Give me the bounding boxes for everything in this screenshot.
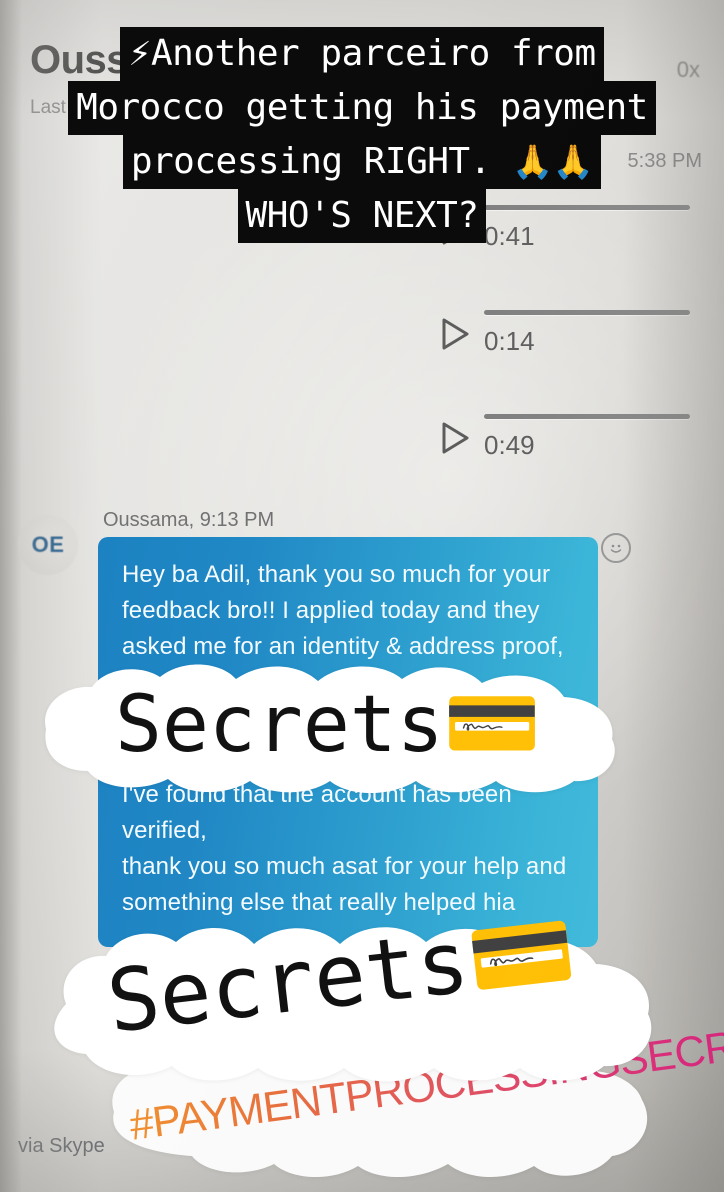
play-icon[interactable] xyxy=(440,317,470,351)
caption-line-1: ⚡Another parceiro from xyxy=(120,27,604,81)
secrets-sticker-1-label: Secrets 💳 xyxy=(115,679,541,770)
praying-hands-icon: 🙏🙏 xyxy=(511,142,594,181)
story-screenshot: Oussama Last seen 0x 0:41 5:38 PM 0:14 0… xyxy=(0,0,724,1192)
secrets-text: Secrets xyxy=(115,679,444,770)
message-line: feedback bro!! I applied today and they xyxy=(122,597,540,624)
story-caption: ⚡Another parceiro from Morocco getting h… xyxy=(0,27,724,243)
secrets-sticker-2: Secrets 💳 xyxy=(48,900,668,1097)
caption-line-1-text: Another parceiro from xyxy=(151,33,596,74)
play-icon[interactable] xyxy=(440,421,470,455)
message-line: Hey ba Adil, thank you so much for your xyxy=(122,561,551,588)
voice-duration: 0:14 xyxy=(484,326,535,356)
caption-line-4: WHO'S NEXT? xyxy=(237,189,487,243)
voice-duration: 0:49 xyxy=(484,430,535,460)
avatar[interactable]: OE xyxy=(18,515,78,575)
credit-card-icon: 💳 xyxy=(462,900,581,1012)
message-line: thank you so much asat for your help and xyxy=(122,853,567,880)
voice-message-row[interactable]: 0:49 xyxy=(440,414,690,461)
voice-progress-bar[interactable] xyxy=(484,310,690,315)
voice-message-row[interactable]: 0:14 xyxy=(440,310,690,357)
via-skype-label: via Skype xyxy=(18,1135,105,1157)
caption-line-2: Morocco getting his payment xyxy=(68,81,656,135)
secrets-sticker-1: Secrets 💳 xyxy=(30,655,630,800)
voice-message-body[interactable]: 0:49 xyxy=(484,414,690,461)
lightning-bolt-icon: ⚡ xyxy=(128,34,151,73)
caption-line-3: processing RIGHT. 🙏🙏 xyxy=(122,135,602,189)
voice-message-body[interactable]: 0:14 xyxy=(484,310,690,357)
voice-progress-bar[interactable] xyxy=(484,414,690,419)
smiley-icon[interactable] xyxy=(601,533,631,563)
credit-card-icon: 💳 xyxy=(443,679,541,769)
message-author-time: Oussama, 9:13 PM xyxy=(103,509,275,531)
caption-line-3-text: processing RIGHT. xyxy=(130,141,512,182)
